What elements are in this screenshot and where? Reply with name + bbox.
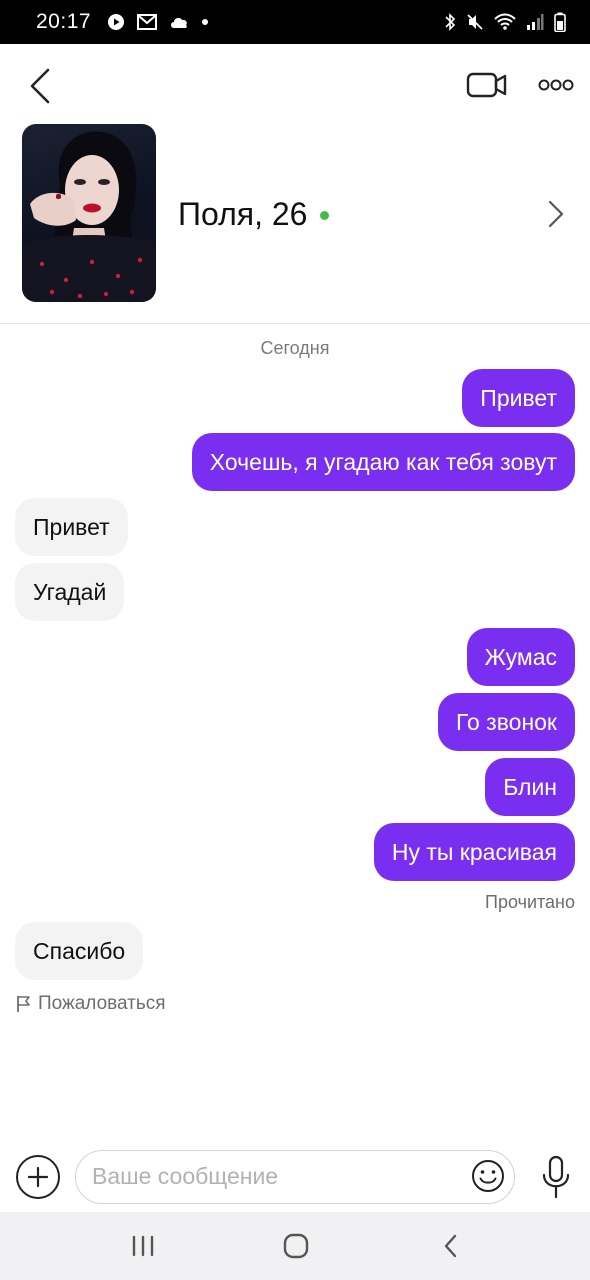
message-input[interactable] — [92, 1151, 462, 1201]
message-bubble-incoming[interactable]: Привет — [15, 498, 128, 556]
system-nav-bar — [0, 1212, 590, 1280]
composer-bar — [0, 1148, 590, 1206]
emoji-button[interactable] — [470, 1158, 506, 1194]
video-camera-icon — [466, 72, 507, 98]
message-bubble-outgoing[interactable]: Ну ты красивая — [373, 823, 575, 881]
avatar[interactable] — [22, 124, 156, 302]
battery-icon — [554, 12, 566, 32]
profile-name-row: Поля, 26 — [178, 196, 330, 233]
chat-header — [0, 44, 590, 124]
report-link[interactable]: Пожаловаться — [16, 993, 166, 1015]
plus-icon — [27, 1166, 49, 1188]
wifi-icon — [494, 13, 516, 31]
date-divider: Сегодня — [260, 338, 330, 358]
mute-icon — [466, 13, 484, 31]
read-status: Прочитано — [485, 892, 575, 912]
online-status-dot — [320, 211, 330, 220]
gmail-icon — [137, 14, 158, 30]
status-time: 20:17 — [36, 10, 92, 33]
system-back-button[interactable] — [416, 1212, 486, 1280]
message-bubble-outgoing[interactable]: Го звонок — [438, 693, 575, 751]
message-field[interactable] — [75, 1150, 515, 1204]
signal-icon — [526, 13, 544, 31]
message-bubble-outgoing[interactable]: Блин — [485, 758, 575, 816]
voice-message-button[interactable] — [540, 1154, 572, 1200]
message-bubble-incoming[interactable]: Угадай — [15, 563, 125, 621]
home-button[interactable] — [261, 1212, 331, 1280]
flag-icon — [17, 996, 30, 1012]
back-arrow-icon — [444, 1234, 457, 1258]
cloud-icon — [169, 15, 189, 29]
add-attachment-button[interactable] — [16, 1155, 60, 1199]
message-bubble-outgoing[interactable]: Жумас — [466, 628, 575, 686]
profile-card[interactable]: Поля, 26 — [0, 124, 590, 324]
message-bubble-outgoing[interactable]: Привет — [462, 369, 575, 427]
bluetooth-icon — [444, 12, 456, 32]
message-bubble-outgoing[interactable]: Хочешь, я угадаю как тебя зовут — [191, 433, 575, 491]
more-dots-icon — [538, 79, 574, 91]
message-bubble-incoming[interactable]: Спасибо — [15, 922, 144, 980]
recent-apps-icon — [132, 1235, 154, 1257]
chat-screen: 20:17 Поля, 26 Сегодня Привет Хочешь, я … — [0, 0, 590, 1280]
microphone-icon — [542, 1155, 570, 1199]
smile-icon — [472, 1160, 504, 1192]
youtube-icon — [107, 13, 125, 31]
back-button[interactable] — [22, 64, 62, 108]
report-label: Пожаловаться — [38, 993, 166, 1014]
recent-apps-button[interactable] — [108, 1212, 178, 1280]
chevron-right-icon[interactable] — [544, 198, 568, 230]
chevron-left-icon — [30, 68, 50, 104]
profile-name: Поля, 26 — [178, 196, 308, 232]
home-icon — [283, 1233, 309, 1259]
status-bar: 20:17 — [0, 0, 590, 44]
dot-icon — [201, 18, 209, 26]
video-call-button[interactable] — [466, 70, 508, 100]
more-options-button[interactable] — [536, 72, 576, 98]
